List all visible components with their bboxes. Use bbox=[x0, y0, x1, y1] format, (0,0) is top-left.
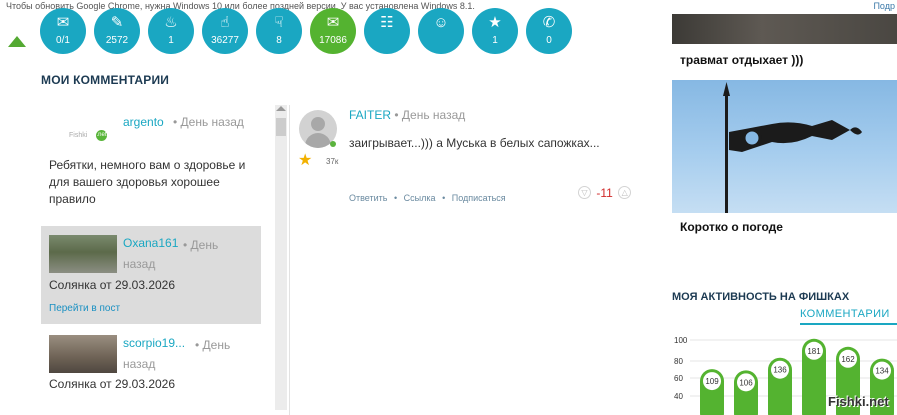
update-notice-link[interactable]: Подр bbox=[873, 0, 895, 12]
section-title: МОИ КОММЕНТАРИИ bbox=[41, 73, 170, 87]
bar-value-label: 162 bbox=[841, 355, 855, 364]
column-divider bbox=[289, 105, 290, 415]
avatar-head-shape bbox=[311, 117, 325, 131]
fire-icon: ♨ bbox=[164, 14, 178, 31]
stat-count: 0/1 bbox=[56, 35, 70, 46]
rank-stars-icon: ★ bbox=[298, 152, 313, 169]
bar-value-label: 136 bbox=[773, 366, 787, 375]
fishki-logo-thumb: Fishki .net bbox=[49, 108, 117, 146]
separator: • bbox=[442, 193, 446, 203]
stat-button[interactable]: ♨ 1 bbox=[148, 8, 194, 54]
comment-text[interactable]: Ребятки, немного вам о здоровье и для ва… bbox=[49, 157, 261, 208]
stat-button[interactable]: ✎ 2572 bbox=[94, 8, 140, 54]
user-rating: 37к bbox=[326, 157, 339, 166]
stat-button[interactable]: ★ 1 bbox=[472, 8, 518, 54]
stat-count: 2572 bbox=[105, 35, 129, 46]
stat-button[interactable]: ☷ bbox=[364, 8, 410, 54]
stat-count: 8 bbox=[276, 35, 282, 46]
online-status-icon bbox=[330, 141, 336, 147]
bar-value-label: 134 bbox=[875, 367, 889, 376]
stat-button[interactable]: ✆ 0 bbox=[526, 8, 572, 54]
bar-value-label: 181 bbox=[807, 347, 821, 356]
scrollbar-thumb[interactable] bbox=[276, 118, 286, 136]
stat-count: 1 bbox=[492, 35, 498, 46]
news-title[interactable]: травмат отдыхает ))) bbox=[680, 53, 803, 67]
collapse-up-icon[interactable] bbox=[8, 36, 26, 47]
separator: • bbox=[394, 193, 398, 203]
users-icon: ☺ bbox=[433, 14, 449, 31]
envelope-icon: ✉ bbox=[56, 14, 70, 31]
thumb-up-icon: ☝ bbox=[220, 14, 230, 31]
update-notice-text: Чтобы обновить Google Chrome, нужна Wind… bbox=[6, 1, 475, 11]
stat-button[interactable]: ☝ 36277 bbox=[202, 8, 248, 54]
stat-count: 1 bbox=[168, 35, 174, 46]
reply-text: заигрывает...))) а Муська в белых сапожк… bbox=[349, 136, 600, 150]
watermark: Fishki.net bbox=[828, 394, 889, 409]
y-tick-label: 80 bbox=[674, 357, 683, 366]
go-to-post-link[interactable]: Перейти в пост bbox=[49, 303, 120, 314]
stat-button[interactable]: ☺ bbox=[418, 8, 464, 54]
comment-icon: ✉ bbox=[326, 14, 340, 31]
reply-author[interactable]: FAITER bbox=[349, 108, 391, 122]
stat-count: 36277 bbox=[211, 35, 239, 46]
comments-scrollbar[interactable] bbox=[275, 105, 287, 410]
my-comments-list: Fishki .net argento • День назад Ребятки… bbox=[41, 102, 263, 415]
post-title[interactable]: Солянка от 29.03.2026 bbox=[49, 376, 261, 393]
reply-meta: • День назад bbox=[394, 108, 466, 122]
y-tick-label: 40 bbox=[674, 392, 683, 401]
y-tick-label: 100 bbox=[674, 336, 688, 345]
logo-text: Fishki bbox=[69, 132, 88, 139]
comment-meta: • День назад bbox=[123, 338, 231, 371]
vote-score: -11 bbox=[596, 185, 613, 200]
thumb-down-icon: ☟ bbox=[274, 14, 284, 31]
reply-button[interactable]: Ответить bbox=[349, 193, 387, 203]
reply-author-line: FAITER • День назад bbox=[349, 108, 465, 122]
stat-button[interactable]: ☟ 8 bbox=[256, 8, 302, 54]
stat-button[interactable]: ✉ 17086 bbox=[310, 8, 356, 54]
list-item[interactable]: scorpio19... • День назад Солянка от 29.… bbox=[41, 330, 261, 415]
weathervane-image bbox=[723, 82, 862, 213]
comment-meta: • День назад bbox=[123, 238, 219, 271]
list-item[interactable]: Fishki .net argento • День назад Ребятки… bbox=[41, 102, 261, 220]
scroll-up-arrow-icon[interactable] bbox=[276, 106, 286, 111]
vote-up-icon[interactable]: △ bbox=[618, 186, 632, 200]
post-thumbnail[interactable] bbox=[49, 235, 117, 273]
link-button[interactable]: Ссылка bbox=[404, 193, 436, 203]
news-image[interactable] bbox=[672, 14, 897, 44]
star-icon: ★ bbox=[488, 14, 502, 31]
chat-icon: ✆ bbox=[542, 14, 556, 31]
news-image[interactable] bbox=[672, 80, 897, 213]
logo-badge: .net bbox=[96, 130, 107, 141]
list-item[interactable]: Oxana161 • День назад Солянка от 29.03.2… bbox=[41, 226, 261, 324]
stat-count: 17086 bbox=[319, 35, 347, 46]
activity-title: МОЯ АКТИВНОСТЬ НА ФИШКАХ bbox=[672, 291, 850, 303]
comment-meta: • День назад bbox=[173, 115, 244, 129]
pen-icon: ✎ bbox=[110, 14, 124, 31]
activity-tab-underline bbox=[800, 323, 897, 325]
news-title[interactable]: Коротко о погоде bbox=[680, 220, 783, 234]
comment-author[interactable]: argento bbox=[123, 115, 164, 129]
stat-count: 0 bbox=[546, 35, 552, 46]
reply-actions: Ответить • Ссылка • Подписаться bbox=[349, 193, 510, 203]
bar-value-label: 106 bbox=[739, 378, 753, 387]
comments-icon: ☷ bbox=[380, 14, 394, 31]
vote-down-icon[interactable]: ▽ bbox=[578, 186, 591, 200]
vote-control: ▽ -11 △ bbox=[578, 185, 632, 200]
post-thumbnail[interactable] bbox=[49, 335, 117, 373]
post-title[interactable]: Солянка от 29.03.2026 bbox=[49, 277, 261, 294]
stat-button[interactable]: ✉ 0/1 bbox=[40, 8, 86, 54]
avatar-body-shape bbox=[305, 133, 331, 148]
subscribe-button[interactable]: Подписаться bbox=[452, 193, 506, 203]
activity-tab-comments[interactable]: КОММЕНТАРИИ bbox=[800, 308, 890, 320]
bar-value-label: 109 bbox=[705, 377, 719, 386]
y-tick-label: 60 bbox=[674, 374, 683, 383]
